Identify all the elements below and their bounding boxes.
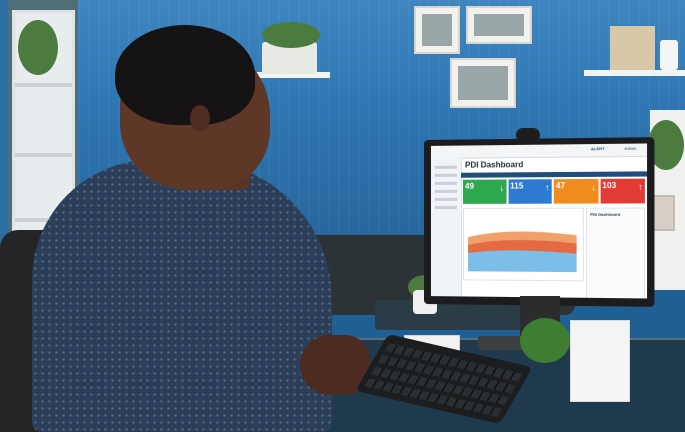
kpi-value: 103	[602, 180, 617, 191]
arrow-icon: ↑	[545, 182, 550, 193]
shelf-board	[15, 153, 72, 157]
area-series-bottom	[468, 250, 577, 273]
dashboard-main: PDI Dashboard 49 ↓ 115 ↑ 47 ↓ 103 ↑ PDI Dash…	[461, 156, 648, 299]
wall-frame-2	[466, 6, 532, 44]
books	[610, 26, 655, 70]
hair	[115, 25, 255, 125]
brand-label: ALERT	[590, 145, 605, 152]
right-shelf	[584, 70, 685, 76]
monitor-screen: ALERT Admin PDI Dashboard 49 ↓ 115 ↑ 47 ↓ 1…	[430, 143, 648, 299]
hanging-plant	[18, 20, 58, 75]
arrow-icon: ↑	[638, 181, 643, 193]
kpi-tile[interactable]: 115 ↑	[508, 179, 552, 204]
kpi-value: 115	[510, 181, 524, 191]
kpi-tile[interactable]: 103 ↑	[600, 178, 645, 204]
pen-holder	[570, 320, 630, 402]
user-label: Admin	[624, 145, 637, 151]
nav-item[interactable]	[434, 197, 457, 201]
side-panel-title: PDI Dashboard	[590, 211, 621, 217]
desk-plant	[520, 318, 570, 363]
nav-item[interactable]	[434, 205, 457, 209]
shirt	[32, 160, 332, 432]
dashboard-title: PDI Dashboard	[465, 160, 524, 170]
wall-frame-3	[450, 58, 516, 108]
ear	[190, 105, 210, 131]
nav-item[interactable]	[434, 181, 457, 185]
kpi-tile[interactable]: 47 ↓	[553, 178, 598, 204]
dashboard-sidebar	[430, 157, 463, 297]
planter-plant	[262, 22, 320, 48]
webcam	[516, 128, 540, 142]
arrow-icon: ↓	[591, 181, 596, 193]
area-chart-panel	[463, 207, 584, 282]
kpi-value: 47	[555, 181, 566, 191]
kpi-tiles: 49 ↓ 115 ↑ 47 ↓ 103 ↑	[463, 178, 645, 204]
nav-item[interactable]	[434, 173, 457, 177]
white-jar	[660, 40, 678, 70]
side-panel: PDI Dashboard	[585, 207, 645, 299]
nav-item[interactable]	[434, 189, 457, 193]
shelf-board	[15, 83, 72, 87]
area-chart	[468, 231, 577, 273]
dashboard-tab-bar	[461, 171, 648, 178]
nav-item[interactable]	[434, 165, 457, 169]
kpi-tile[interactable]: 49 ↓	[463, 179, 507, 204]
wall-frame-1	[414, 6, 460, 54]
monitor: ALERT Admin PDI Dashboard 49 ↓ 115 ↑ 47 ↓ 1…	[424, 137, 655, 307]
arrow-icon: ↓	[499, 182, 505, 193]
kpi-value: 49	[465, 181, 475, 191]
